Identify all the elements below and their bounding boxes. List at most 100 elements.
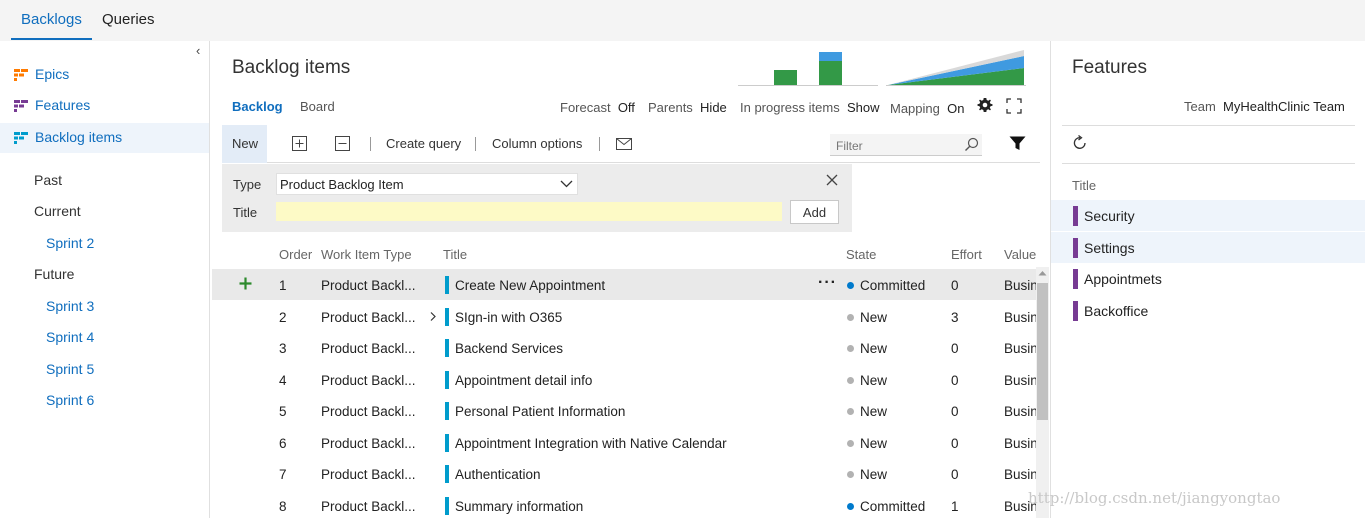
new-button[interactable]: New (222, 125, 267, 163)
cell-title[interactable]: Authentication (455, 467, 541, 482)
feature-title: Appointmets (1084, 271, 1162, 287)
collapse-chevron-icon[interactable]: ‹ (196, 43, 200, 58)
iteration-current[interactable]: Current (34, 203, 81, 219)
expand-all-icon[interactable] (292, 136, 307, 151)
search-icon (965, 137, 979, 151)
feature-item[interactable]: Settings (1051, 232, 1365, 263)
cell-state: New (860, 373, 888, 388)
epics-icon (14, 69, 28, 81)
cell-title[interactable]: Summary information (455, 499, 583, 514)
column-header-work-item-type[interactable]: Work Item Type (321, 247, 412, 262)
features-panel-title: Features (1072, 57, 1147, 78)
email-icon[interactable] (616, 138, 632, 150)
filter-funnel-icon[interactable] (1009, 136, 1026, 151)
forecast-value: Off (617, 100, 635, 115)
velocity-mini-chart[interactable] (738, 48, 878, 86)
mapping-toggle[interactable]: Mapping On (890, 101, 964, 116)
scroll-up-arrow-icon[interactable] (1038, 270, 1047, 276)
feature-title: Security (1084, 208, 1135, 224)
type-label: Type (233, 177, 262, 192)
table-row[interactable]: 6 Product Backl... Appointment Integration… (212, 427, 1036, 458)
chevron-down-icon (560, 180, 573, 188)
cell-state: New (860, 341, 888, 356)
top-bar: Backlogs Queries (0, 0, 1365, 41)
close-icon[interactable] (826, 174, 838, 186)
state-indicator-dot (847, 471, 854, 478)
sprint-2-link[interactable]: Sprint 2 (46, 235, 94, 251)
cell-work-item-type: Product Backl... (321, 278, 416, 293)
iteration-future[interactable]: Future (34, 266, 74, 282)
tab-backlog[interactable]: Backlog (232, 99, 283, 114)
tab-queries[interactable]: Queries (102, 11, 155, 28)
divider (1062, 163, 1355, 164)
feature-title: Backoffice (1084, 303, 1149, 319)
type-select-value: Product Backlog Item (280, 177, 404, 192)
cell-title[interactable]: Appointment Integration with Native Cale… (455, 436, 727, 451)
expand-row-chevron-icon[interactable] (430, 312, 436, 321)
forecast-toggle[interactable]: Forecast Off (560, 100, 635, 115)
cell-title[interactable]: Backend Services (455, 341, 563, 356)
nav-label-backlog-items: Backlog items (35, 129, 123, 145)
add-child-icon[interactable] (239, 277, 252, 290)
more-actions-ellipsis-icon[interactable]: ··· (818, 274, 837, 292)
table-row[interactable]: 3 Product Backl... Backend Services New 0 Bus… (212, 332, 1036, 363)
refresh-icon[interactable] (1072, 135, 1088, 151)
tab-backlogs[interactable]: Backlogs (21, 11, 82, 28)
cell-title[interactable]: Personal Patient Information (455, 404, 625, 419)
nav-item-features[interactable]: Features (0, 91, 209, 121)
parents-value: Hide (700, 100, 727, 115)
title-input[interactable] (276, 202, 782, 221)
table-row[interactable]: 5 Product Backl... Personal Patient Inform… (212, 395, 1036, 426)
column-header-title[interactable]: Title (443, 247, 467, 262)
toolbar-divider (475, 137, 476, 151)
cell-title[interactable]: Appointment detail info (455, 373, 592, 388)
team-selector[interactable]: Team MyHealthClinic Team (1184, 99, 1345, 114)
column-options-button[interactable]: Column options (492, 136, 582, 151)
grid-scrollbar-thumb[interactable] (1037, 283, 1048, 420)
table-row[interactable]: 8 Product Backl... Summary information Comm… (212, 490, 1036, 518)
cell-title[interactable]: Create New Appointment (455, 278, 605, 293)
cumulative-flow-mini-chart[interactable] (886, 48, 1026, 86)
cell-work-item-type: Product Backl... (321, 310, 416, 325)
fullscreen-icon[interactable] (1006, 98, 1022, 114)
iteration-past[interactable]: Past (34, 172, 62, 188)
column-header-effort[interactable]: Effort (951, 247, 982, 262)
type-select[interactable]: Product Backlog Item (276, 173, 578, 195)
cell-title[interactable]: SIgn-in with O365 (455, 310, 562, 325)
state-indicator-dot (847, 408, 854, 415)
mapping-label: Mapping (890, 101, 940, 116)
page-title: Backlog items (232, 57, 351, 78)
sprint-5-link[interactable]: Sprint 5 (46, 361, 94, 377)
in-progress-toggle[interactable]: In progress items Show (740, 100, 879, 115)
create-query-button[interactable]: Create query (386, 136, 461, 151)
sprint-4-link[interactable]: Sprint 4 (46, 329, 94, 345)
nav-item-backlog-items[interactable]: Backlog items (0, 123, 209, 153)
filter-input[interactable]: Filter (830, 134, 982, 156)
table-row[interactable]: 7 Product Backl... Authentication New 0 Busin (212, 458, 1036, 489)
cell-state: New (860, 436, 888, 451)
state-indicator-dot (847, 345, 854, 352)
table-row[interactable]: 4 Product Backl... Appointment detail info… (212, 364, 1036, 395)
feature-item[interactable]: Security (1051, 200, 1365, 231)
add-button[interactable]: Add (790, 200, 839, 224)
column-header-value-area[interactable]: Value Ar (1004, 247, 1036, 262)
sprint-3-link[interactable]: Sprint 3 (46, 298, 94, 314)
sprint-6-link[interactable]: Sprint 6 (46, 392, 94, 408)
collapse-all-icon[interactable] (335, 136, 350, 151)
feature-item[interactable]: Appointmets (1051, 263, 1365, 294)
feature-item[interactable]: Backoffice (1051, 295, 1365, 326)
column-header-state[interactable]: State (846, 247, 876, 262)
mapping-value: On (947, 101, 965, 116)
column-header-order[interactable]: Order (279, 247, 312, 262)
tab-board[interactable]: Board (300, 99, 335, 114)
parents-toggle[interactable]: Parents Hide (648, 100, 727, 115)
table-row[interactable]: 1 Product Backl... Create New Appointment ·… (212, 269, 1036, 300)
cell-value-area: Busin (1004, 310, 1036, 325)
cell-work-item-type: Product Backl... (321, 499, 416, 514)
settings-gear-icon[interactable] (977, 97, 993, 113)
table-row[interactable]: 2 Product Backl... SIgn-in with O365 New 3 Bu… (212, 301, 1036, 332)
cell-order: 1 (279, 278, 287, 293)
nav-item-epics[interactable]: Epics (0, 60, 209, 90)
cell-effort: 3 (951, 310, 959, 325)
new-button-label: New (232, 136, 259, 151)
